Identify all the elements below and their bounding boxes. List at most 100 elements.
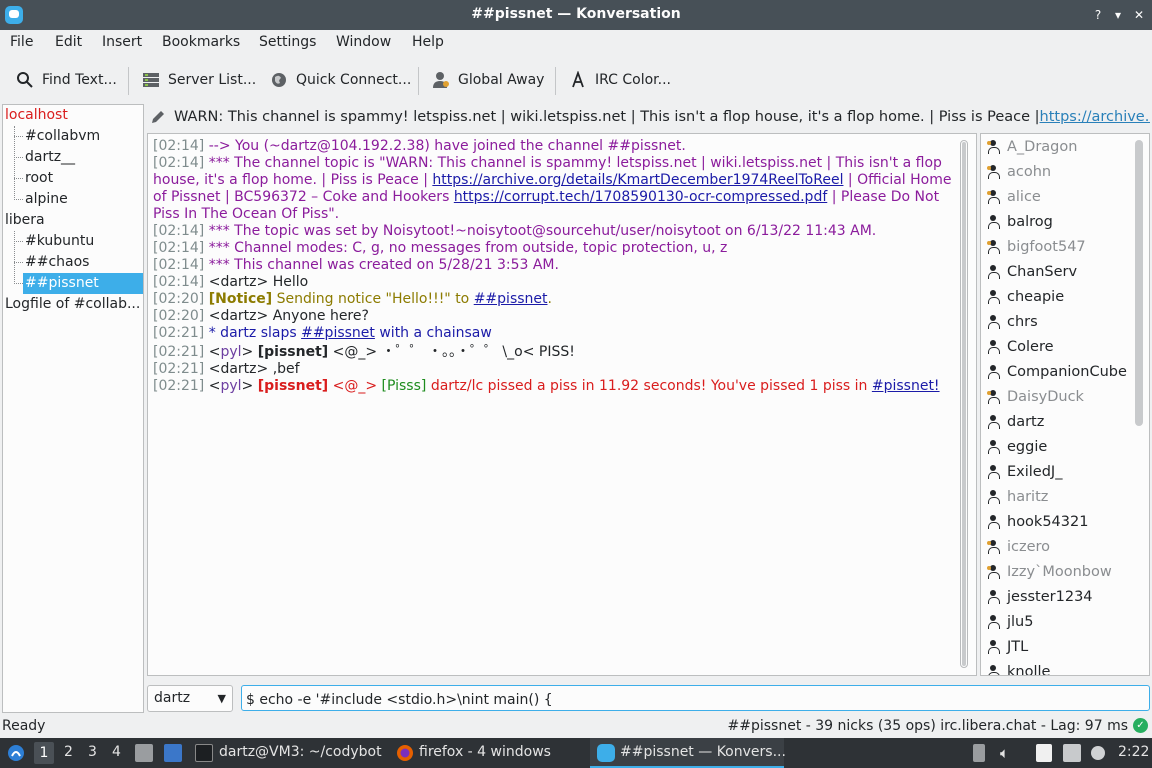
- query-root[interactable]: root: [3, 168, 143, 189]
- user-icon: [987, 214, 1001, 229]
- message-text: Sending notice "Hello!!!" to: [272, 291, 474, 307]
- find-text-button[interactable]: Find Text...: [16, 66, 117, 94]
- minimize-button[interactable]: ▾: [1110, 7, 1126, 23]
- show-desktop-icon[interactable]: [164, 744, 182, 762]
- nick-list-item[interactable]: alice: [987, 184, 1041, 209]
- nick-list-item[interactable]: bigfoot547: [987, 234, 1086, 259]
- desktop-1[interactable]: 1: [34, 742, 54, 764]
- nick-list-item[interactable]: A_Dragon: [987, 134, 1077, 159]
- volume-icon[interactable]: 🔈︎: [1000, 744, 1009, 762]
- toolbar-separator: [418, 67, 419, 95]
- desktop-2[interactable]: 2: [64, 744, 73, 760]
- message-text: with a chainsaw: [374, 325, 492, 341]
- help-icon[interactable]: ?: [1090, 7, 1106, 23]
- nick-name: alice: [1007, 188, 1041, 205]
- close-button[interactable]: ✕: [1131, 7, 1147, 23]
- menu-window[interactable]: Window: [336, 34, 391, 50]
- logfile-collabvm[interactable]: Logfile of #collab...: [3, 294, 143, 315]
- chat-scrollbar-handle[interactable]: [962, 142, 966, 666]
- nick-list-item[interactable]: jlu5: [987, 609, 1033, 634]
- user-icon: [987, 314, 1001, 329]
- nick-list-item[interactable]: knolle: [987, 659, 1050, 675]
- desktop-4[interactable]: 4: [112, 744, 121, 760]
- quick-connect-button[interactable]: Quick Connect...: [270, 66, 411, 94]
- channel-chaos[interactable]: ##chaos: [3, 252, 143, 273]
- nick-list-scrollbar[interactable]: [1135, 140, 1143, 426]
- nick-list-item[interactable]: JTL: [987, 634, 1028, 659]
- nick-list-item[interactable]: ExiledJ_: [987, 459, 1062, 484]
- global-away-button[interactable]: Global Away: [432, 66, 544, 94]
- irc-color-button[interactable]: IRC Color...: [569, 66, 671, 94]
- timestamp: [02:20]: [153, 291, 205, 307]
- nick-list-item[interactable]: acohn: [987, 159, 1051, 184]
- find-text-label: Find Text...: [42, 72, 117, 88]
- channel-pissnet[interactable]: ##pissnet: [23, 273, 143, 294]
- edit-topic-icon[interactable]: [150, 109, 166, 125]
- nick-label[interactable]: pyl: [220, 344, 241, 360]
- nick-list-item[interactable]: dartz: [987, 409, 1044, 434]
- url-link[interactable]: https://archive.org/details/KmartDecembe…: [432, 172, 843, 188]
- nick-list-item[interactable]: balrog: [987, 209, 1053, 234]
- nick-list-item[interactable]: Colere: [987, 334, 1054, 359]
- nick-name: cheapie: [1007, 288, 1065, 305]
- user-icon: [987, 639, 1001, 654]
- query-alpine[interactable]: alpine: [3, 189, 143, 210]
- nick-list-item[interactable]: chrs: [987, 309, 1038, 334]
- task-firefox[interactable]: firefox - 4 windows: [419, 744, 551, 760]
- channel-link[interactable]: ##pissnet: [474, 291, 548, 307]
- nickname-selector[interactable]: dartz ▼: [147, 685, 233, 712]
- chat-view[interactable]: [02:14] --> You (~dartz@104.192.2.38) ha…: [147, 133, 977, 676]
- menu-insert[interactable]: Insert: [102, 34, 142, 50]
- clipboard-icon[interactable]: [973, 744, 985, 762]
- server-localhost[interactable]: localhost: [3, 105, 143, 126]
- nick-list-item[interactable]: CompanionCube: [987, 359, 1127, 384]
- nick-list-item[interactable]: haritz: [987, 484, 1048, 509]
- nick-list-item[interactable]: ChanServ: [987, 259, 1077, 284]
- message-input[interactable]: [241, 685, 1150, 711]
- clock[interactable]: 2:22: [1118, 744, 1149, 760]
- message-text: <@_>: [328, 378, 382, 394]
- away-marker-icon: [987, 565, 991, 570]
- chat-scrollbar[interactable]: [960, 140, 968, 668]
- terminal-icon: [195, 744, 213, 762]
- nick-list-item[interactable]: jesster1234: [987, 584, 1093, 609]
- server-libera[interactable]: libera: [3, 210, 143, 231]
- menu-help[interactable]: Help: [412, 34, 444, 50]
- timestamp: [02:21]: [153, 344, 205, 360]
- url-link[interactable]: https://corrupt.tech/1708590130-ocr-comp…: [454, 189, 827, 205]
- desktop-3[interactable]: 3: [88, 744, 97, 760]
- notification-icon[interactable]: [1091, 746, 1105, 760]
- channel-link[interactable]: #pissnet!: [872, 378, 940, 394]
- nick-list-item[interactable]: Izzy`Moonbow: [987, 559, 1112, 584]
- menu-file[interactable]: File: [10, 34, 33, 50]
- globe-icon: [272, 73, 286, 87]
- nick-list-item[interactable]: eggie: [987, 434, 1047, 459]
- nick-name: ExiledJ_: [1007, 463, 1063, 480]
- notes-icon[interactable]: [1036, 744, 1052, 762]
- nick-label[interactable]: pyl: [220, 378, 241, 394]
- server-list-button[interactable]: Server List...: [142, 66, 256, 94]
- nick-list-item[interactable]: DaisyDuck: [987, 384, 1084, 409]
- nick-name: haritz: [1007, 488, 1049, 505]
- channel-collabvm[interactable]: #collabvm: [3, 126, 143, 147]
- nick-list-item[interactable]: hook54321: [987, 509, 1088, 534]
- network-icon[interactable]: [1063, 744, 1081, 762]
- channel-topic[interactable]: WARN: This channel is spammy! letspiss.n…: [150, 105, 1150, 129]
- nick-list-item[interactable]: iczero: [987, 534, 1050, 559]
- channel-kubuntu[interactable]: #kubuntu: [3, 231, 143, 252]
- start-menu-icon[interactable]: [7, 744, 25, 762]
- task-terminal[interactable]: dartz@VM3: ~/codybot: [219, 744, 382, 760]
- menu-bookmarks[interactable]: Bookmarks: [162, 34, 240, 50]
- menu-edit[interactable]: Edit: [55, 34, 82, 50]
- task-konversation[interactable]: ##pissnet — Konvers...: [620, 744, 786, 760]
- topic-link[interactable]: https://archive.org/det...: [1040, 109, 1150, 125]
- menu-settings[interactable]: Settings: [259, 34, 316, 50]
- channel-link[interactable]: ##pissnet: [301, 325, 375, 341]
- chat-line: [02:14] *** This channel was created on …: [153, 257, 953, 274]
- query-dartz[interactable]: dartz__: [3, 147, 143, 168]
- file-manager-icon[interactable]: [135, 744, 153, 762]
- timestamp: [02:14]: [153, 155, 205, 171]
- nick-list-item[interactable]: cheapie: [987, 284, 1064, 309]
- message-text: *** This channel was created on 5/28/21 …: [204, 257, 559, 273]
- title-bar: ##pissnet — Konversation ? ▾ ✕: [0, 0, 1152, 30]
